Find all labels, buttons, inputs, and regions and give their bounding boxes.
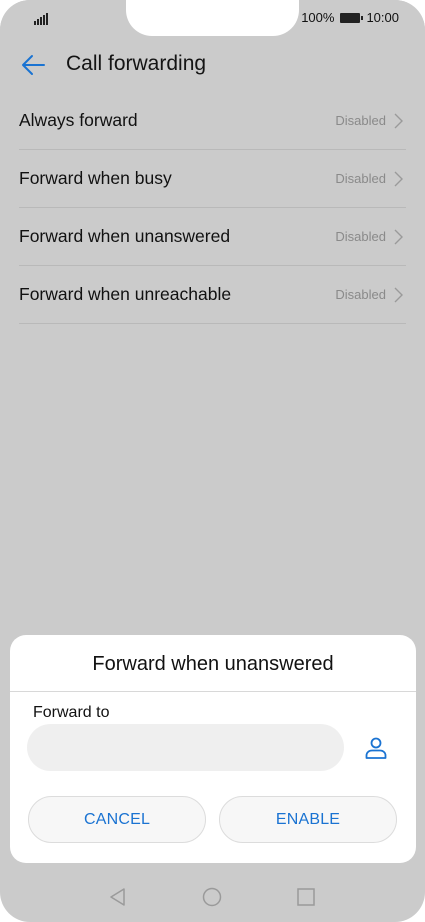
battery-icon [340,12,364,23]
phone-screen: 100% 10:00 Call forwarding Always forwar… [0,0,425,922]
option-status: Disabled [335,287,386,302]
nav-back-icon[interactable] [108,887,128,907]
page-title: Call forwarding [66,52,207,75]
option-status: Disabled [335,229,386,244]
chevron-right-icon [394,229,403,245]
chevron-right-icon [394,287,403,303]
screen-notch [126,0,299,36]
person-icon [365,737,387,759]
option-forward-when-unreachable[interactable]: Forward when unreachable Disabled [19,266,406,324]
chevron-right-icon [394,113,403,129]
option-label: Forward when unreachable [19,284,232,304]
option-label: Forward when busy [19,168,172,188]
dialog-title: Forward when unanswered [92,653,334,675]
option-label: Forward when unanswered [19,226,231,246]
nav-recent-icon[interactable] [297,888,315,906]
app-header: Call forwarding [0,38,425,92]
option-always-forward[interactable]: Always forward Disabled [19,92,406,150]
status-bar: 100% 10:00 [0,0,425,38]
system-nav-bar [0,873,425,922]
enable-button[interactable]: ENABLE [219,796,397,843]
back-button[interactable] [18,50,48,80]
cancel-button[interactable]: CANCEL [28,796,206,843]
option-status: Disabled [335,171,386,186]
forwarding-options-list: Always forward Disabled Forward when bus… [19,92,406,324]
option-label: Always forward [19,110,138,130]
clock: 10:00 [366,10,399,25]
option-status: Disabled [335,113,386,128]
status-right: 100% 10:00 [301,10,399,25]
forward-dialog: Forward when unanswered Forward to CANCE… [10,635,416,863]
forward-to-label: Forward to [33,704,110,721]
dialog-divider [10,691,416,692]
signal-icon [34,11,50,25]
contact-picker-button[interactable] [362,734,390,762]
arrow-left-icon [22,55,45,75]
battery-percent: 100% [301,10,335,25]
forward-to-input[interactable] [27,724,344,771]
option-forward-when-busy[interactable]: Forward when busy Disabled [19,150,406,208]
chevron-right-icon [394,171,403,187]
nav-home-icon[interactable] [202,887,222,907]
option-forward-when-unanswered[interactable]: Forward when unanswered Disabled [19,208,406,266]
